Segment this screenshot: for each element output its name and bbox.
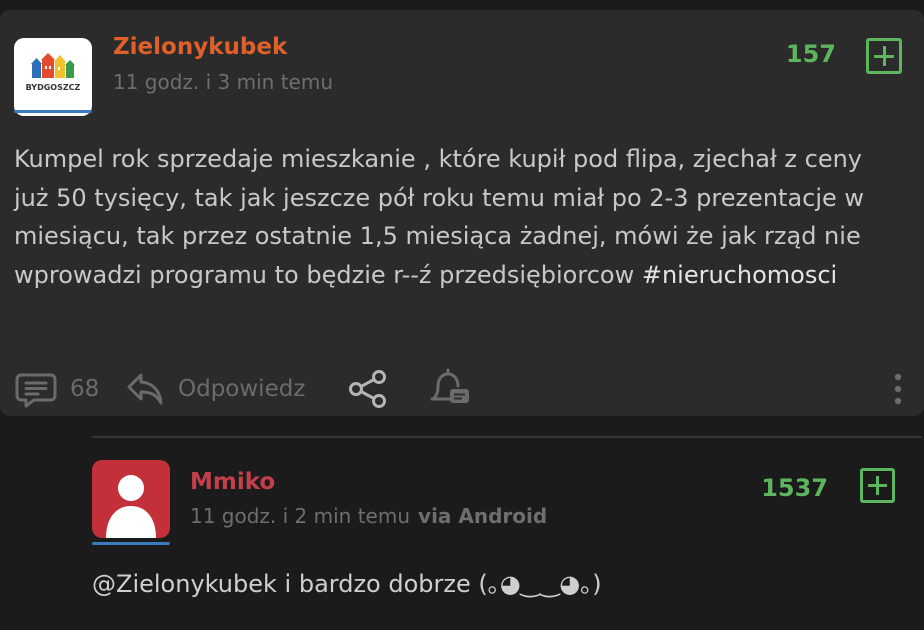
kebab-menu-icon — [894, 373, 902, 405]
upvote-button[interactable] — [866, 38, 902, 74]
post-score: 157 — [785, 40, 836, 68]
reply-label: Odpowiedz — [178, 376, 306, 402]
share-icon — [349, 370, 386, 408]
comment-count: 68 — [70, 376, 100, 402]
comments-button[interactable]: 68 — [14, 366, 99, 412]
reply-divider — [92, 436, 922, 438]
reply-author-avatar[interactable] — [92, 460, 170, 538]
bell-icon — [430, 368, 469, 403]
post-card: BYDGOSZCZ Zielonykubek 11 godz. i 3 min … — [0, 10, 924, 416]
post-author[interactable]: Zielonykubek — [113, 34, 287, 60]
more-options-button[interactable] — [888, 366, 908, 412]
reply-timestamp[interactable]: 11 godz. i 2 min temu — [190, 504, 410, 528]
reply-avatar-underline — [92, 542, 170, 545]
post-actions: 68 Odpowiedz — [0, 366, 924, 412]
reply-via: via Android — [418, 504, 548, 528]
reply-body: @Zielonykubek i bardzo dobrze (｡◕‿‿◕｡) — [92, 570, 602, 598]
author-avatar[interactable]: BYDGOSZCZ — [14, 38, 92, 116]
hashtag-link[interactable]: #nieruchomosci — [642, 261, 837, 289]
post-timestamp[interactable]: 11 godz. i 3 min temu — [113, 70, 333, 94]
reply-button[interactable]: Odpowiedz — [126, 366, 305, 412]
avatar-underline — [14, 110, 92, 113]
post-body: Kumpel rok sprzedaje mieszkanie , które … — [14, 140, 894, 294]
comment-icon — [15, 373, 57, 408]
svg-text:BYDGOSZCZ: BYDGOSZCZ — [26, 83, 81, 92]
share-button[interactable] — [347, 366, 389, 412]
reply-arrow-icon — [127, 373, 163, 405]
reply-score: 1537 — [761, 474, 828, 502]
reply-author[interactable]: Mmiko — [190, 469, 275, 495]
reply-meta: 11 godz. i 2 min temu via Android — [190, 504, 547, 528]
observe-button[interactable] — [428, 366, 472, 412]
default-user-icon — [106, 475, 156, 538]
bydgoszcz-logo-icon: BYDGOSZCZ — [26, 53, 81, 92]
reply-upvote-button[interactable] — [860, 468, 895, 503]
